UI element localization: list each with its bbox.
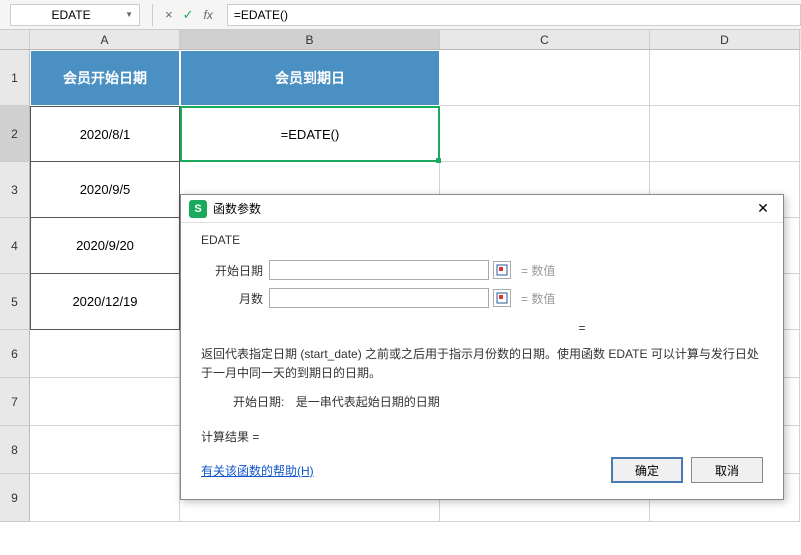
function-description: 返回代表指定日期 (start_date) 之前或之后用于指示月份数的日期。使用… xyxy=(199,339,765,393)
function-name: EDATE xyxy=(199,233,765,247)
cell-D1[interactable] xyxy=(650,50,800,106)
arg-desc-text: 是一串代表起始日期的日期 xyxy=(296,395,440,409)
dialog-titlebar[interactable]: S 函数参数 ✕ xyxy=(181,195,783,223)
row-header-7[interactable]: 7 xyxy=(0,378,30,426)
name-box[interactable]: EDATE ▼ xyxy=(10,4,140,26)
arg-result-months: = 数值 xyxy=(521,290,555,307)
arg-label-months: 月数 xyxy=(199,290,269,307)
calculation-result: 计算结果 = xyxy=(199,424,765,457)
cancel-icon[interactable]: × xyxy=(165,7,173,22)
row-header-8[interactable]: 8 xyxy=(0,426,30,474)
row-header-6[interactable]: 6 xyxy=(0,330,30,378)
row-header-9[interactable]: 9 xyxy=(0,474,30,522)
chevron-down-icon[interactable]: ▼ xyxy=(125,10,133,19)
col-header-A[interactable]: A xyxy=(30,30,180,50)
col-header-B[interactable]: B xyxy=(180,30,440,50)
row-header-4[interactable]: 4 xyxy=(0,218,30,274)
col-header-C[interactable]: C xyxy=(440,30,650,50)
fx-icon[interactable]: fx xyxy=(204,8,213,22)
function-arguments-dialog: S 函数参数 ✕ EDATE 开始日期 = 数值 月数 = 数值 = 返回代表指… xyxy=(180,194,784,500)
arg-row-months: 月数 = 数值 xyxy=(199,285,765,311)
cell-B1[interactable]: 会员到期日 xyxy=(180,50,440,106)
separator xyxy=(152,4,153,26)
row-header-5[interactable]: 5 xyxy=(0,274,30,330)
cell-A9[interactable] xyxy=(30,474,180,522)
cell-D2[interactable] xyxy=(650,106,800,162)
cell-A4[interactable]: 2020/9/20 xyxy=(30,218,180,274)
arg-desc-name: 开始日期: xyxy=(233,395,284,409)
cell-A6[interactable] xyxy=(30,330,180,378)
dialog-body: EDATE 开始日期 = 数值 月数 = 数值 = 返回代表指定日期 (star… xyxy=(181,223,783,499)
range-picker-icon[interactable] xyxy=(493,261,511,279)
range-picker-icon[interactable] xyxy=(493,289,511,307)
formula-text: =EDATE() xyxy=(234,8,288,22)
cancel-button[interactable]: 取消 xyxy=(691,457,763,483)
column-headers: A B C D xyxy=(0,30,801,50)
dialog-footer: 有关该函数的帮助(H) 确定 取消 xyxy=(199,457,765,485)
result-equals: = xyxy=(399,313,765,339)
cell-A7[interactable] xyxy=(30,378,180,426)
help-link[interactable]: 有关该函数的帮助(H) xyxy=(201,462,314,479)
row-1: 1 会员开始日期 会员到期日 xyxy=(0,50,801,106)
calc-label: 计算结果 = xyxy=(201,430,259,444)
row-header-1[interactable]: 1 xyxy=(0,50,30,106)
ok-button[interactable]: 确定 xyxy=(611,457,683,483)
cell-A2[interactable]: 2020/8/1 xyxy=(30,106,180,162)
cell-C2[interactable] xyxy=(440,106,650,162)
row-header-2[interactable]: 2 xyxy=(0,106,30,162)
name-box-value: EDATE xyxy=(17,8,125,22)
select-all-corner[interactable] xyxy=(0,30,30,50)
cell-A5[interactable]: 2020/12/19 xyxy=(30,274,180,330)
formula-bar: EDATE ▼ × ✓ fx =EDATE() xyxy=(0,0,801,30)
arg-row-start-date: 开始日期 = 数值 xyxy=(199,257,765,283)
app-logo-icon: S xyxy=(189,200,207,218)
close-icon[interactable]: ✕ xyxy=(751,199,775,219)
dialog-title: 函数参数 xyxy=(213,200,751,217)
formula-input[interactable]: =EDATE() xyxy=(227,4,801,26)
cell-A3[interactable]: 2020/9/5 xyxy=(30,162,180,218)
arg-input-start-date[interactable] xyxy=(269,260,489,280)
cell-C1[interactable] xyxy=(440,50,650,106)
argument-description: 开始日期: 是一串代表起始日期的日期 xyxy=(199,393,765,424)
row-2: 2 2020/8/1 =EDATE() xyxy=(0,106,801,162)
cell-B2-editing[interactable]: =EDATE() xyxy=(180,106,440,162)
arg-result-start-date: = 数值 xyxy=(521,262,555,279)
row-header-3[interactable]: 3 xyxy=(0,162,30,218)
arg-label-start-date: 开始日期 xyxy=(199,262,269,279)
col-header-D[interactable]: D xyxy=(650,30,800,50)
cell-A1[interactable]: 会员开始日期 xyxy=(30,50,180,106)
accept-icon[interactable]: ✓ xyxy=(183,7,194,23)
arg-input-months[interactable] xyxy=(269,288,489,308)
cell-A8[interactable] xyxy=(30,426,180,474)
formula-icons: × ✓ fx xyxy=(165,7,219,23)
